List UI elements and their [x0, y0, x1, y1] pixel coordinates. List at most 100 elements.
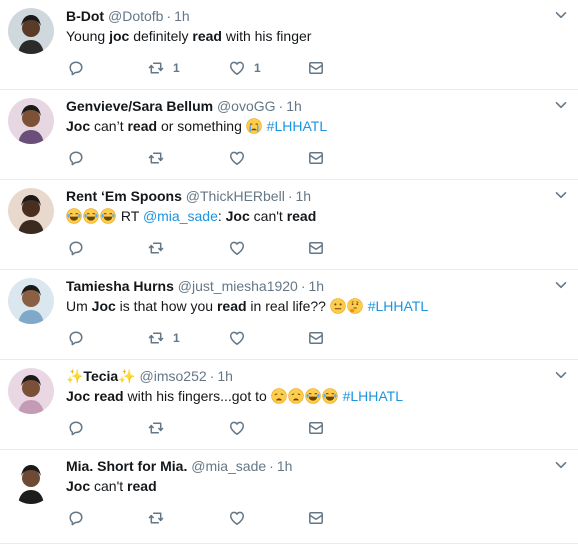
like-button[interactable]	[229, 510, 245, 526]
like-button[interactable]	[229, 240, 245, 256]
like-button[interactable]	[229, 150, 245, 166]
user-handle[interactable]: @just_miesha1920	[174, 278, 298, 294]
display-name[interactable]: Tamiesha Hurns	[66, 278, 174, 294]
retweet-button[interactable]: 1	[148, 60, 180, 76]
text-segment: with his fingers...got to	[123, 388, 271, 404]
user-handle[interactable]: @mia_sade	[187, 458, 266, 474]
retweet-count: 1	[173, 331, 180, 345]
direct-message-icon	[308, 420, 324, 436]
tweet-feed: B-Dot @Dotofb · 1h Young joc definitely rea…	[0, 0, 578, 544]
like-count: 1	[254, 61, 261, 75]
tweet-header: Tamiesha Hurns @just_miesha1920 · 1h	[66, 277, 324, 295]
text-segment: Young	[66, 28, 110, 44]
chevron-down-icon[interactable]	[554, 188, 568, 202]
display-name[interactable]: B-Dot	[66, 8, 104, 24]
text-segment: is that how you	[115, 298, 217, 314]
direct-message-button[interactable]	[308, 60, 324, 76]
text-segment: or something	[157, 118, 246, 134]
weary-face-emoji	[287, 388, 305, 404]
tweet-header: Rent ‘Em Spoons @ThickHERbell · 1h	[66, 187, 311, 205]
direct-message-button[interactable]	[308, 510, 324, 526]
avatar[interactable]	[8, 188, 54, 234]
tweet[interactable]: B-Dot @Dotofb · 1h Young joc definitely rea…	[0, 0, 578, 90]
chevron-down-icon[interactable]	[554, 98, 568, 112]
tweet[interactable]: Genvieve/Sara Bellum @ovoGG · 1h Joc can’t …	[0, 90, 578, 180]
highlighted-keyword: joc	[109, 28, 130, 44]
separator-dot: ·	[269, 458, 274, 474]
user-handle[interactable]: @ThickHERbell	[182, 188, 285, 204]
avatar[interactable]	[8, 368, 54, 414]
tweet[interactable]: ✨Tecia✨ @imso252 · 1h Joc read with his fin…	[0, 360, 578, 450]
tweet[interactable]: Rent ‘Em Spoons @ThickHERbell · 1h RT @mia…	[0, 180, 578, 270]
like-button[interactable]	[229, 420, 245, 436]
highlighted-keyword: Joc	[66, 118, 91, 134]
separator-dot: ·	[166, 8, 172, 24]
avatar[interactable]	[8, 8, 54, 54]
hashtag-link[interactable]: #LHHATL	[343, 388, 403, 404]
text-segment: can’t	[90, 118, 128, 134]
timestamp[interactable]: 1h	[286, 98, 302, 114]
tweet-actions	[66, 510, 346, 526]
display-name[interactable]: Mia. Short for Mia.	[66, 458, 187, 474]
highlighted-keyword: read	[192, 28, 222, 44]
retweet-button[interactable]	[148, 150, 164, 166]
like-icon	[229, 60, 245, 76]
timestamp[interactable]: 1h	[174, 8, 190, 24]
display-name[interactable]: Rent ‘Em Spoons	[66, 188, 182, 204]
avatar[interactable]	[8, 278, 54, 324]
reply-button[interactable]	[68, 420, 84, 436]
highlighted-keyword: read	[127, 478, 157, 494]
reply-button[interactable]	[68, 60, 84, 76]
like-icon	[229, 150, 245, 166]
avatar[interactable]	[8, 98, 54, 144]
user-handle[interactable]: @imso252	[136, 368, 207, 384]
hashtag-link[interactable]: #LHHATL	[368, 298, 428, 314]
reply-icon	[68, 60, 84, 76]
user-handle[interactable]: @Dotofb	[104, 8, 163, 24]
retweet-button[interactable]: 1	[148, 330, 180, 346]
timestamp[interactable]: 1h	[295, 188, 311, 204]
tweet-actions: 1	[66, 330, 346, 346]
mention-link[interactable]: @mia_sade	[143, 208, 218, 224]
highlighted-keyword: Joc	[66, 388, 91, 404]
timestamp[interactable]: 1h	[309, 278, 325, 294]
timestamp[interactable]: 1h	[217, 368, 233, 384]
reply-icon	[68, 240, 84, 256]
retweet-button[interactable]	[148, 240, 164, 256]
direct-message-button[interactable]	[308, 330, 324, 346]
display-name[interactable]: Genvieve/Sara Bellum	[66, 98, 213, 114]
chevron-down-icon[interactable]	[554, 368, 568, 382]
laughing-emoji	[100, 208, 117, 224]
retweet-button[interactable]	[148, 510, 164, 526]
reply-button[interactable]	[68, 330, 84, 346]
text-segment: RT	[117, 208, 143, 224]
hashtag-link[interactable]: #LHHATL	[267, 118, 327, 134]
user-handle[interactable]: @ovoGG	[213, 98, 276, 114]
direct-message-button[interactable]	[308, 420, 324, 436]
reply-button[interactable]	[68, 240, 84, 256]
reply-button[interactable]	[68, 510, 84, 526]
direct-message-button[interactable]	[308, 150, 324, 166]
tweet-text: Joc read with his fingers...got to #LHHA…	[66, 387, 403, 405]
text-segment: :	[217, 208, 226, 224]
retweet-button[interactable]	[148, 420, 164, 436]
chevron-down-icon[interactable]	[554, 458, 568, 472]
timestamp[interactable]: 1h	[277, 458, 293, 474]
tweet[interactable]: Mia. Short for Mia. @mia_sade · 1h Joc can'…	[0, 450, 578, 544]
laughing-emoji	[83, 208, 100, 224]
like-icon	[229, 330, 245, 346]
retweet-icon	[148, 510, 164, 526]
tweet[interactable]: Tamiesha Hurns @just_miesha1920 · 1h Um Joc…	[0, 270, 578, 360]
avatar[interactable]	[8, 458, 54, 504]
highlighted-keyword: Joc	[66, 478, 91, 494]
separator-dot: ·	[287, 188, 293, 204]
chevron-down-icon[interactable]	[554, 8, 568, 22]
like-button[interactable]	[229, 330, 245, 346]
direct-message-icon	[308, 510, 324, 526]
laughing-emoji	[304, 388, 322, 404]
like-button[interactable]: 1	[229, 60, 261, 76]
reply-button[interactable]	[68, 150, 84, 166]
direct-message-button[interactable]	[308, 240, 324, 256]
display-name[interactable]: ✨Tecia✨	[66, 368, 136, 384]
chevron-down-icon[interactable]	[554, 278, 568, 292]
